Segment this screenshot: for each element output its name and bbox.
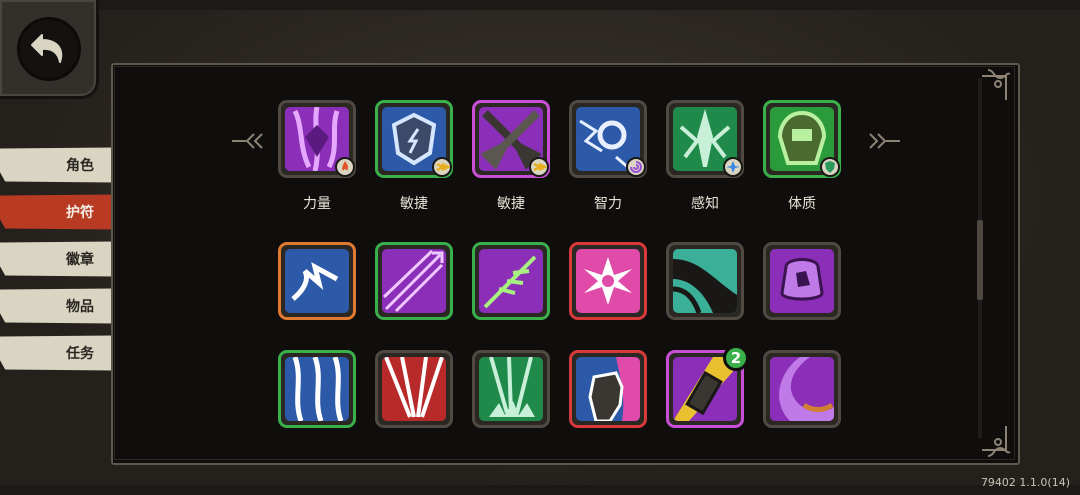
amulet-slot-r2-3[interactable]	[472, 242, 550, 320]
amulet-slot-strength[interactable]	[278, 100, 356, 178]
item-count-badge: 2	[723, 345, 749, 371]
dash-icon	[529, 157, 549, 177]
dash-icon	[432, 157, 452, 177]
sidebar-item-label: 护符	[66, 205, 94, 221]
corner-ornament-bottom-icon	[982, 426, 1011, 457]
amulet-slot-r2-6[interactable]	[763, 242, 841, 320]
corner-ornament-top-icon	[982, 69, 1011, 100]
previous-page-arrow-icon[interactable]	[232, 132, 264, 150]
swirl-icon	[626, 157, 646, 177]
shield-icon	[820, 157, 840, 177]
amulet-slot-agility-shield[interactable]	[375, 100, 453, 178]
star-icon	[723, 157, 743, 177]
amulet-slot-intelligence[interactable]	[569, 100, 647, 178]
iron-fist-icon	[576, 357, 640, 421]
slot-caption: 力量	[303, 196, 331, 212]
claw-rake-icon	[285, 357, 349, 421]
amulet-slot-r3-5[interactable]: 2	[666, 345, 749, 428]
amulet-slot-r2-5[interactable]	[666, 242, 744, 320]
thorn-arrow-icon	[479, 249, 543, 313]
wind-slash-icon	[285, 249, 349, 313]
slot-caption: 体质	[788, 196, 816, 212]
blade-storm-icon	[382, 357, 446, 421]
radiant-burst-icon	[576, 249, 640, 313]
back-button[interactable]	[0, 0, 99, 99]
top-border	[96, 0, 1080, 10]
bottom-border	[0, 485, 1080, 495]
back-icon	[17, 17, 81, 81]
slot-caption: 智力	[594, 196, 622, 212]
amulet-slot-perception[interactable]	[666, 100, 744, 178]
fire-icon	[335, 157, 355, 177]
amulet-slot-r3-3[interactable]	[472, 350, 550, 428]
ground-spikes-icon	[479, 357, 543, 421]
version-label: 79402 1.1.0(14)	[980, 476, 1070, 489]
amulet-slot-r2-1[interactable]	[278, 242, 356, 320]
sidebar-item-label: 角色	[66, 158, 94, 174]
amulet-slot-r3-1[interactable]	[278, 350, 356, 428]
sidebar-item-label: 徽章	[66, 252, 94, 268]
slot-caption: 感知	[691, 196, 719, 212]
amulet-slot-agility-blades[interactable]	[472, 100, 550, 178]
amulet-slot-constitution[interactable]	[763, 100, 841, 178]
slot-caption: 敏捷	[400, 196, 428, 212]
sidebar-item-label: 任务	[66, 346, 94, 362]
amulet-slot-r2-2[interactable]	[375, 242, 453, 320]
slot-caption: 敏捷	[497, 196, 525, 212]
arrow-volley-icon	[382, 249, 446, 313]
amulet-slot-r3-4[interactable]	[569, 350, 647, 428]
tentacle-icon	[770, 357, 834, 421]
panel-inner-border	[114, 66, 1015, 460]
next-page-arrow-icon[interactable]	[868, 132, 900, 150]
claw-slash-icon	[673, 249, 737, 313]
skull-spirit-icon	[770, 249, 834, 313]
sidebar-item-label: 物品	[66, 299, 94, 315]
amulet-slot-r3-6[interactable]	[763, 350, 841, 428]
amulet-slot-r3-2[interactable]	[375, 350, 453, 428]
amulet-slot-r2-4[interactable]	[569, 242, 647, 320]
scrollbar-thumb[interactable]	[977, 220, 983, 300]
